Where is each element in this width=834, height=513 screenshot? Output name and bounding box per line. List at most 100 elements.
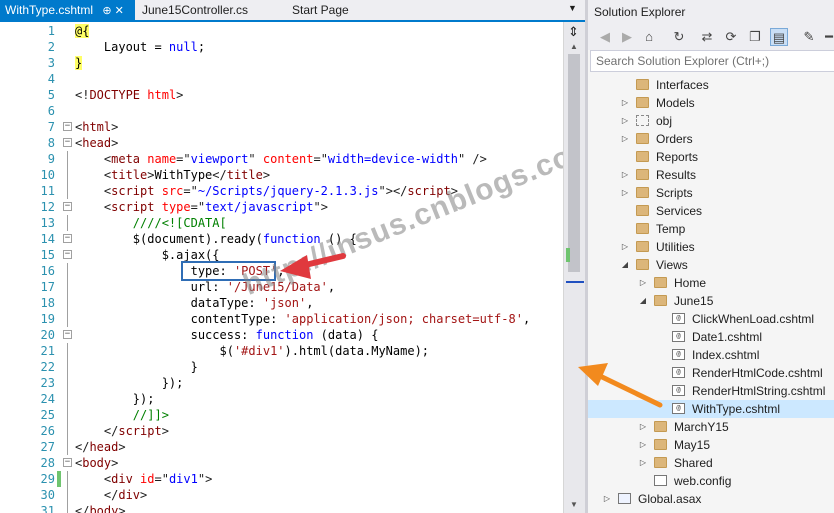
- line-number: 1: [47, 24, 55, 38]
- vertical-scrollbar[interactable]: ⇕ ▲ ▼: [563, 22, 585, 513]
- code-line[interactable]: 4: [0, 71, 563, 87]
- code-line[interactable]: 30 </div>: [0, 487, 563, 503]
- tree-item[interactable]: ▷ obj: [588, 112, 834, 130]
- code-line[interactable]: 27 </head>: [0, 439, 563, 455]
- tree-item[interactable]: @ Date1.cshtml: [588, 328, 834, 346]
- expand-icon[interactable]: ▷: [620, 94, 630, 112]
- tree-item-label: Scripts: [656, 186, 693, 200]
- collapse-icon[interactable]: −: [63, 250, 72, 259]
- collapse-icon[interactable]: −: [63, 234, 72, 243]
- collapse-all-icon[interactable]: ❐: [746, 28, 764, 46]
- expand-icon[interactable]: ▷: [620, 130, 630, 148]
- properties-icon[interactable]: ✎: [800, 28, 818, 46]
- code-line[interactable]: 2 Layout = null;: [0, 39, 563, 55]
- back-icon[interactable]: ◀: [596, 28, 614, 46]
- solution-search-input[interactable]: [591, 51, 834, 71]
- tree-item[interactable]: ▷ Results: [588, 166, 834, 184]
- collapse-icon[interactable]: ◢: [620, 256, 630, 274]
- collapse-icon[interactable]: −: [63, 202, 72, 211]
- tree-item[interactable]: ▷ Scripts: [588, 184, 834, 202]
- code-line[interactable]: 20− success: function (data) {: [0, 327, 563, 343]
- tree-item[interactable]: web.config: [588, 472, 834, 490]
- code-line[interactable]: 28− <body>: [0, 455, 563, 471]
- tree-item[interactable]: ▷ May15: [588, 436, 834, 454]
- expand-icon[interactable]: ▷: [620, 166, 630, 184]
- tree-item[interactable]: ▷ Shared: [588, 454, 834, 472]
- home-icon[interactable]: ⌂: [640, 28, 658, 46]
- code-line[interactable]: 21 $('#div1').html(data.MyName);: [0, 343, 563, 359]
- expand-icon[interactable]: ▷: [638, 454, 648, 472]
- tree-item[interactable]: ◢ Views: [588, 256, 834, 274]
- tree-item[interactable]: ▷ Home: [588, 274, 834, 292]
- show-all-files-icon[interactable]: ▤: [770, 28, 788, 46]
- code-line[interactable]: 26 </script>: [0, 423, 563, 439]
- code-line[interactable]: 24 });: [0, 391, 563, 407]
- code-line[interactable]: 8− <head>: [0, 135, 563, 151]
- split-window-icon[interactable]: ⇕: [568, 24, 579, 40]
- scroll-down-icon[interactable]: ▼: [570, 500, 578, 509]
- collapse-icon[interactable]: −: [63, 458, 72, 467]
- tab-withtype-cshtml[interactable]: WithType.cshtml ⊕ ✕: [0, 0, 135, 20]
- sync-icon[interactable]: ⇄: [698, 28, 716, 46]
- tree-item[interactable]: Temp: [588, 220, 834, 238]
- forward-icon[interactable]: ▶: [618, 28, 636, 46]
- code-line[interactable]: 29 <div id="div1">: [0, 471, 563, 487]
- tree-item[interactable]: ▷ MarchY15: [588, 418, 834, 436]
- solution-tree[interactable]: Interfaces ▷ Models ▷ obj ▷ Orders Reports ▷ Resu…: [588, 76, 834, 513]
- expand-icon[interactable]: ▷: [620, 238, 630, 256]
- code-editor[interactable]: WithType.cshtml ⊕ ✕ June15Controller.cs …: [0, 0, 602, 513]
- tree-item[interactable]: ▷ Models: [588, 94, 834, 112]
- code-line[interactable]: 6: [0, 103, 563, 119]
- history-icon[interactable]: ↻: [670, 28, 688, 46]
- tree-item[interactable]: ▷ Orders: [588, 130, 834, 148]
- tree-item[interactable]: @ RenderHtmlString.cshtml: [588, 382, 834, 400]
- expand-icon[interactable]: ▷: [638, 274, 648, 292]
- tab-june15controller-cs[interactable]: June15Controller.cs: [142, 0, 248, 20]
- code-line[interactable]: 31 </body>: [0, 503, 563, 513]
- tree-item[interactable]: Interfaces: [588, 76, 834, 94]
- collapse-icon[interactable]: −: [63, 122, 72, 131]
- tab-dropdown-icon[interactable]: ▼: [568, 3, 577, 13]
- code-line[interactable]: 13 ////<![CDATA[: [0, 215, 563, 231]
- code-line[interactable]: 25 //]]>: [0, 407, 563, 423]
- expand-icon[interactable]: ▷: [638, 418, 648, 436]
- code-line[interactable]: 23 });: [0, 375, 563, 391]
- tree-item[interactable]: @ RenderHtmlCode.cshtml: [588, 364, 834, 382]
- tree-item-label: Models: [656, 96, 695, 110]
- code-line[interactable]: 18 dataType: 'json',: [0, 295, 563, 311]
- code-line[interactable]: 1 @{: [0, 23, 563, 39]
- solution-search-box[interactable]: [590, 50, 834, 72]
- tree-item[interactable]: Services: [588, 202, 834, 220]
- code-line[interactable]: 22 }: [0, 359, 563, 375]
- code-line[interactable]: 14− $(document).ready(function () {: [0, 231, 563, 247]
- tree-item[interactable]: Reports: [588, 148, 834, 166]
- scroll-up-icon[interactable]: ▲: [570, 42, 578, 51]
- code-line[interactable]: 9 <meta name="viewport" content="width=d…: [0, 151, 563, 167]
- tree-item[interactable]: @ WithType.cshtml: [588, 400, 834, 418]
- tree-item[interactable]: ◢ June15: [588, 292, 834, 310]
- tree-item-label: Temp: [656, 222, 686, 236]
- code-token: <: [75, 152, 112, 166]
- refresh-icon[interactable]: ⟳: [722, 28, 740, 46]
- expand-icon[interactable]: ▷: [638, 436, 648, 454]
- tree-item[interactable]: @ ClickWhenLoad.cshtml: [588, 310, 834, 328]
- tree-item[interactable]: ▷ Utilities: [588, 238, 834, 256]
- tree-item[interactable]: ▷ Global.asax: [588, 490, 834, 508]
- expand-icon[interactable]: ▷: [602, 490, 612, 508]
- tab-start-page[interactable]: Start Page: [292, 0, 349, 20]
- pin-icon[interactable]: ━: [820, 28, 834, 46]
- code-line[interactable]: 7− <html>: [0, 119, 563, 135]
- expand-icon[interactable]: ▷: [620, 184, 630, 202]
- code-token: 'application/json; charset=utf-8': [284, 312, 523, 326]
- code-line[interactable]: 5 <!DOCTYPE html>: [0, 87, 563, 103]
- collapse-icon[interactable]: −: [63, 138, 72, 147]
- tree-item[interactable]: @ Index.cshtml: [588, 346, 834, 364]
- scroll-thumb[interactable]: [568, 54, 580, 272]
- collapse-icon[interactable]: ◢: [638, 292, 648, 310]
- collapse-icon[interactable]: −: [63, 330, 72, 339]
- expand-icon[interactable]: ▷: [620, 112, 630, 130]
- code-line[interactable]: 3}: [0, 55, 563, 71]
- code-line[interactable]: 19 contentType: 'application/json; chars…: [0, 311, 563, 327]
- pin-close-icon[interactable]: ⊕ ✕: [102, 1, 124, 21]
